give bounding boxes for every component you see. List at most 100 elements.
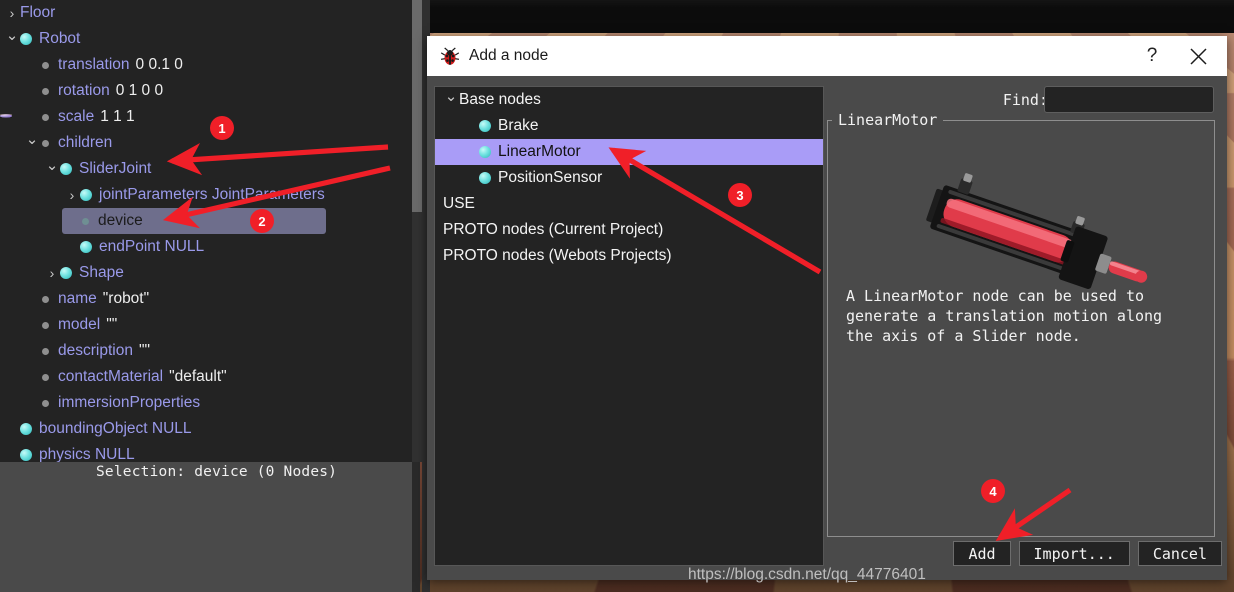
node-dot-icon [60,267,72,279]
tree-row-label: physics NULL [39,446,135,462]
tree-row-label: translation [58,56,130,73]
field-dot-icon [42,139,49,147]
tree-row[interactable]: ›scale1 1 1 [0,104,412,130]
node-list-item-label: Brake [498,117,539,134]
tree-row-label: description [58,342,133,359]
tree-row-label: rotation [58,82,110,99]
tree-row[interactable]: ⌄ SliderJoint [0,156,412,182]
close-icon [1189,47,1207,65]
tree-row-value: 1 1 1 [100,108,135,125]
tree-row[interactable]: › jointParameters JointParameters [0,182,412,208]
annotation-marker-4: 4 [981,479,1005,503]
tree-row-label: children [58,134,113,151]
node-list-item-use[interactable]: USE [435,191,823,217]
tree-row-value: 0 0.1 0 [135,56,183,73]
field-dot-icon [82,217,89,225]
help-button[interactable]: ? [1129,37,1175,75]
field-dot-icon [42,87,49,95]
webots-bug-icon [440,47,460,65]
node-dot-icon [20,423,32,435]
tree-row-label: scale [58,108,95,125]
node-list-item-proto-nodes-webots-projects[interactable]: PROTO nodes (Webots Projects) [435,243,823,269]
tree-row-label: device [98,212,143,229]
node-list-item-proto-nodes-current-project[interactable]: PROTO nodes (Current Project) [435,217,823,243]
watermark-text: https://blog.csdn.net/qq_44776401 [688,566,926,583]
node-dot-icon [60,163,72,175]
node-list-item-label: PROTO nodes (Webots Projects) [443,247,672,264]
tree-row[interactable]: ›physics NULL [0,442,412,462]
preview-legend-title: LinearMotor [832,111,944,129]
chevron-down-icon[interactable]: ⌄ [4,28,20,43]
tree-row-label: model [58,316,101,333]
tree-row[interactable]: ›immersionProperties [0,390,412,416]
field-dot-icon [42,113,49,121]
field-dot-icon [42,321,49,329]
tree-row-value: "robot" [102,290,150,307]
chevron-right-icon[interactable]: › [44,266,60,280]
tree-row-value: "" [106,316,118,333]
field-dot-icon [42,347,49,355]
tree-row[interactable]: ›rotation0 1 0 0 [0,78,412,104]
find-label: Find: [1002,91,1048,109]
find-input[interactable] [1044,86,1214,113]
add-button[interactable]: Add [953,541,1011,566]
tree-row[interactable]: ›name"robot" [0,286,412,312]
tree-row-label: immersionProperties [58,394,201,411]
tree-row[interactable]: ›translation0 0.1 0 [0,52,412,78]
node-list-item-label: LinearMotor [498,143,581,160]
tree-row[interactable]: › Floor [0,0,412,118]
node-list-item-linearmotor[interactable]: LinearMotor [435,139,823,165]
dialog-title: Add a node [469,47,549,64]
field-dot-icon [42,399,49,407]
chevron-down-icon[interactable]: ⌄ [443,89,459,104]
tree-row[interactable]: ⌄ Robot [0,26,412,52]
scene-tree-scrollbar-thumb[interactable] [412,0,422,212]
node-dot-icon [80,189,92,201]
field-dot-icon [42,295,49,303]
node-dot-icon [20,449,32,461]
node-dot-icon [479,120,491,132]
tree-row[interactable]: ›model"" [0,312,412,338]
annotation-marker-1: 1 [210,116,234,140]
scene-tree-panel[interactable]: ›Floor⌄Robot›translation0 0.1 0›rotation… [0,0,412,462]
node-list-item-label: Base nodes [459,91,541,108]
tree-row-label: SliderJoint [79,160,152,177]
node-dot-icon [479,146,491,158]
import-button[interactable]: Import... [1018,541,1130,566]
viewport-top-shade [420,0,1234,8]
tree-row-label: endPoint NULL [99,238,205,255]
node-type-list[interactable]: ⌄ Base nodes Brake LinearMotor PositionSenso… [434,86,824,566]
tree-row-label: Floor [20,4,56,21]
chevron-right-icon[interactable]: › [64,188,80,202]
node-list-item-brake[interactable]: Brake [435,113,823,139]
cancel-button[interactable]: Cancel [1137,541,1222,566]
tree-row[interactable]: ›device [62,208,326,234]
close-button[interactable] [1175,37,1221,75]
tree-row-label: jointParameters JointParameters [99,186,325,203]
status-bar: Selection: device (0 Nodes) [0,462,412,592]
node-description: A LinearMotor node can be used to genera… [846,287,1163,345]
node-list-item-positionsensor[interactable]: PositionSensor [435,165,823,191]
annotation-marker-2: 2 [250,209,274,233]
node-dot-icon [20,33,32,45]
node-list-item-label: PositionSensor [498,169,603,186]
tree-row[interactable]: ⌄ children [0,130,412,156]
node-list-item-label: PROTO nodes (Current Project) [443,221,664,238]
node-list-item-base-nodes[interactable]: ⌄ Base nodes [435,87,823,113]
tree-row[interactable]: ›boundingObject NULL [0,416,412,442]
tree-row-label: Shape [79,264,124,281]
tree-row[interactable]: ›contactMaterial"default" [0,364,412,390]
dialog-titlebar[interactable]: Add a node ? [427,36,1227,76]
tree-row-label: contactMaterial [58,368,164,385]
tree-row[interactable]: › Shape [0,260,412,286]
field-dot-icon [42,61,49,69]
node-list-item-label: USE [443,195,475,212]
tree-row-value: "default" [169,368,227,385]
tree-row[interactable]: ›endPoint NULL [0,234,412,260]
chevron-right-icon[interactable]: › [4,6,20,20]
tree-row-value: "" [138,342,150,359]
tree-row[interactable]: ›description"" [0,338,412,364]
chevron-down-icon[interactable]: ⌄ [24,132,40,147]
chevron-down-icon[interactable]: ⌄ [44,158,60,173]
annotation-marker-3: 3 [728,183,752,207]
